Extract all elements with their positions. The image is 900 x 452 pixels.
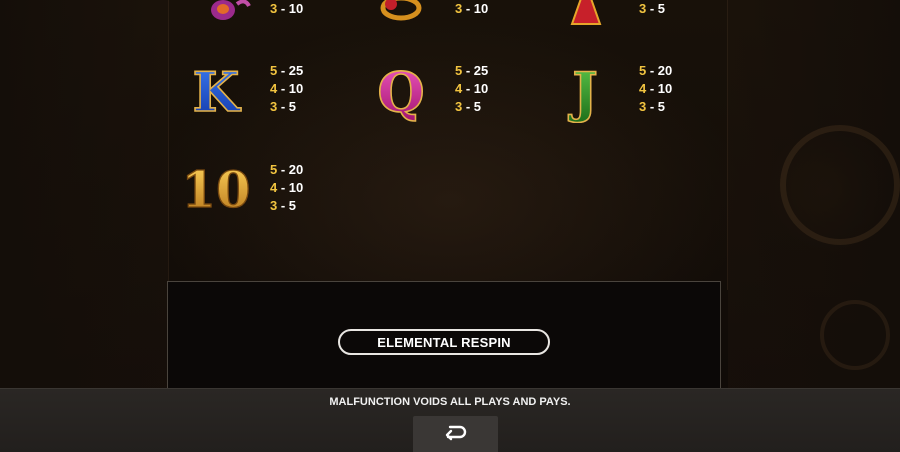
paytable-pays-ring: 3 - 10 — [455, 1, 489, 16]
paytable-pays-k: 5 - 25 4 - 10 3 - 5 — [270, 63, 304, 114]
letter-j-icon: J — [545, 55, 625, 125]
svg-text:J: J — [568, 60, 598, 123]
elemental-respin-section-button[interactable]: ELEMENTAL RESPIN — [338, 329, 550, 355]
back-button[interactable] — [413, 416, 498, 452]
svg-text:K: K — [193, 60, 242, 123]
svg-text:10: 10 — [182, 161, 251, 219]
paytable-pays-a: 3 - 5 — [639, 1, 666, 16]
svg-text:Q: Q — [377, 60, 424, 123]
elemental-respin-label: ELEMENTAL RESPIN — [377, 334, 511, 350]
letter-a-icon — [545, 0, 625, 38]
malfunction-disclaimer: MALFUNCTION VOIDS ALL PLAYS AND PAYS. — [329, 396, 571, 408]
paytable-pays-10: 5 - 20 4 - 10 3 - 5 — [270, 162, 304, 213]
paytable-pays-q: 5 - 25 4 - 10 3 - 5 — [455, 63, 489, 114]
return-arrow-icon — [444, 423, 468, 446]
letter-k-icon: K — [176, 55, 256, 125]
number-10-icon: 10 — [176, 152, 256, 222]
paytable-pays-scarab: 3 - 10 — [270, 1, 304, 16]
paytable-pays-j: 5 - 20 4 - 10 3 - 5 — [639, 63, 673, 114]
scarab-icon — [180, 0, 260, 38]
letter-q-icon: Q — [361, 55, 441, 125]
ring-icon — [364, 0, 444, 38]
